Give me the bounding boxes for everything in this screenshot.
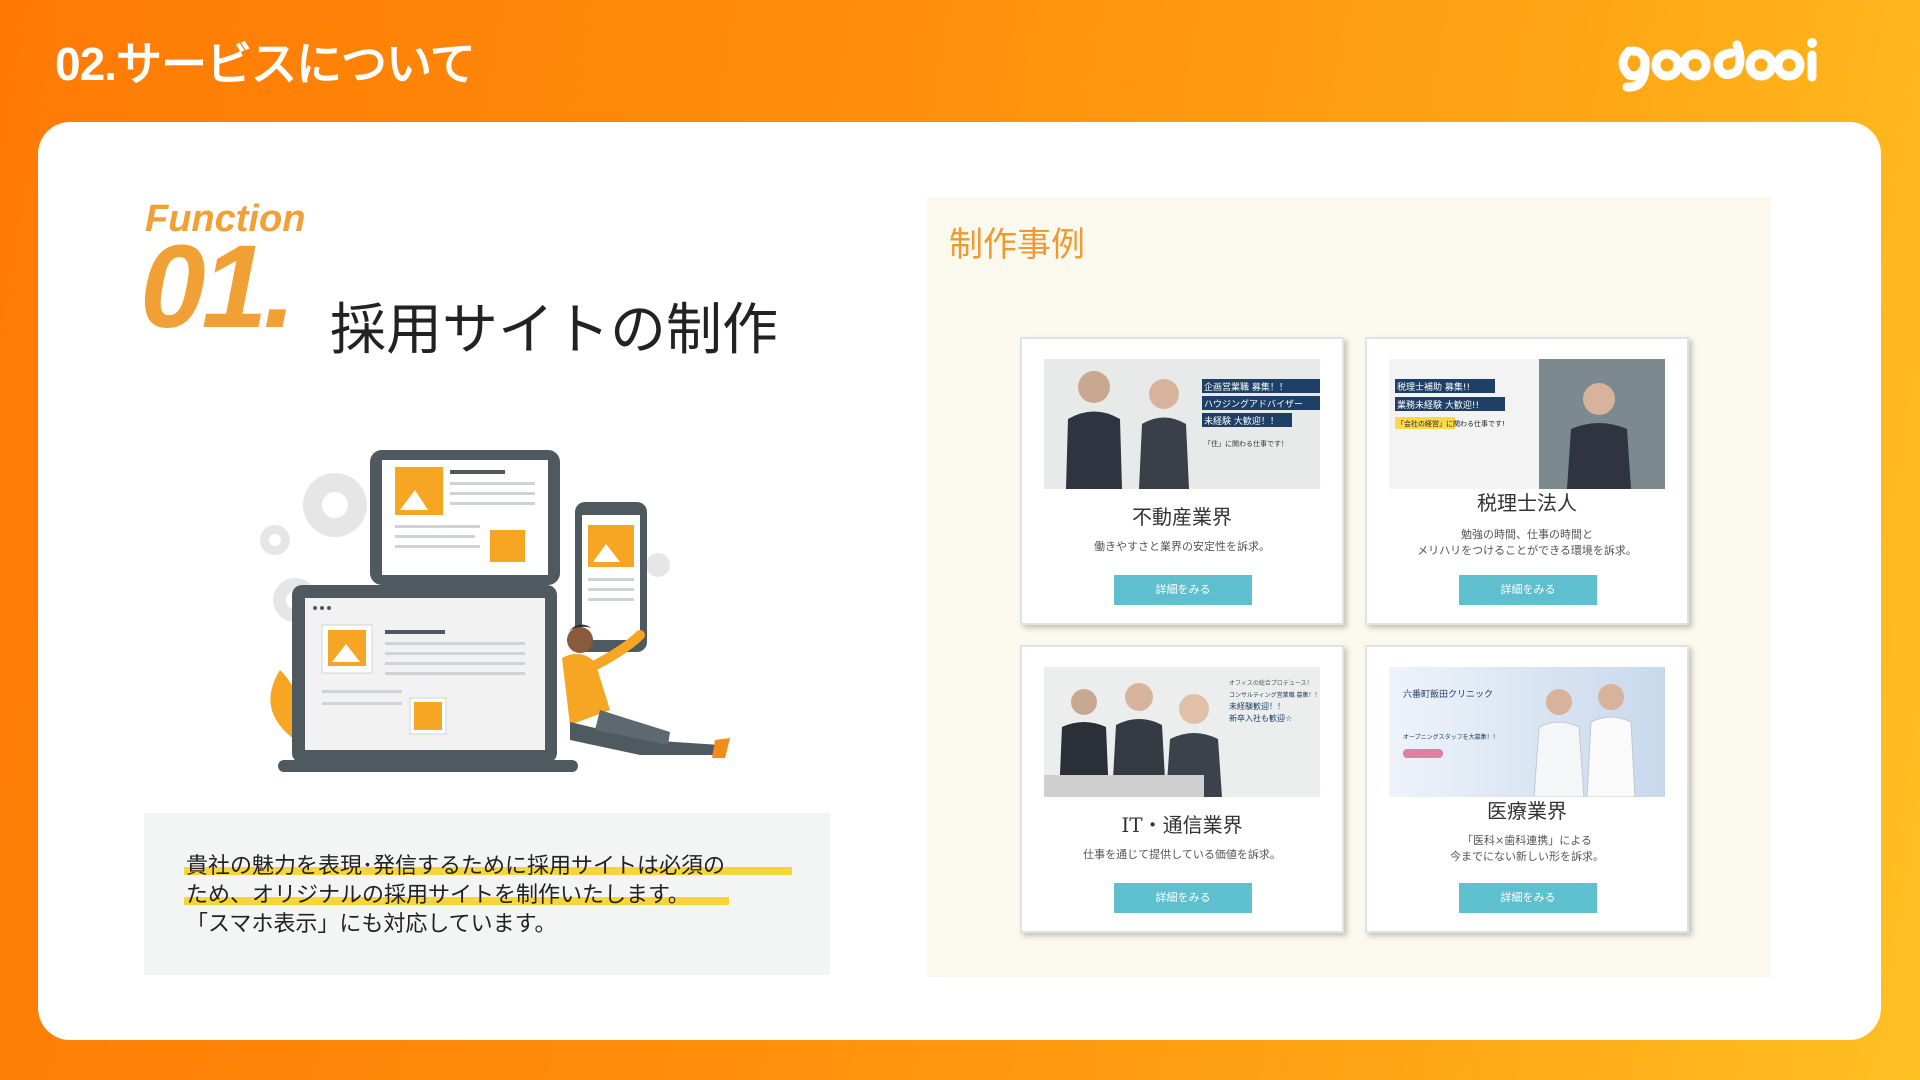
svg-text:六番町飯田クリニック: 六番町飯田クリニック [1403,688,1493,700]
description-line: ため、オリジナルの採用サイトを制作いたします。 [186,883,690,908]
example-image-graphic: 企画営業職 募集！！ ハウジングアドバイザー 未経験 大歓迎！！ 「住」に関わる… [1044,359,1320,489]
example-title: 税理士法人 [1477,491,1577,515]
svg-text:業務未経験 大歓迎!!: 業務未経験 大歓迎!! [1397,399,1479,411]
example-card-real-estate[interactable]: 企画営業職 募集！！ ハウジングアドバイザー 未経験 大歓迎！！ 「住」に関わる… [1020,337,1344,625]
svg-text:新卒入社も歓迎☆: 新卒入社も歓迎☆ [1229,713,1292,723]
example-title: 医療業界 [1487,799,1567,823]
example-description-line: 今までにない新しい形を訴求。 [1450,850,1604,863]
example-description: 勉強の時間、仕事の時間と メリハリをつけることができる環境を訴求。 [1367,527,1687,559]
svg-text:「会社の経営」に関わる仕事です!: 「会社の経営」に関わる仕事です! [1397,419,1505,428]
example-description-line: メリハリをつけることができる環境を訴求。 [1417,544,1637,557]
example-image-graphic: オフィスの総合プロデュース！ コンサルティング営業職 募集！！ 未経験歓迎！！ … [1044,667,1320,797]
function-number: 01. [140,221,296,353]
example-description: 仕事を通じて提供している価値を訴求。 [1022,847,1342,863]
example-image-graphic: 税理士補助 募集!! 業務未経験 大歓迎!! 「会社の経営」に関わる仕事です! [1389,359,1665,489]
svg-text:コンサルティング営業職 募集！！: コンサルティング営業職 募集！！ [1229,691,1320,699]
example-image: オフィスの総合プロデュース！ コンサルティング営業職 募集！！ 未経験歓迎！！ … [1044,667,1320,797]
details-button[interactable]: 詳細をみる [1459,883,1597,913]
example-image: 税理士補助 募集!! 業務未経験 大歓迎!! 「会社の経営」に関わる仕事です! [1389,359,1665,489]
example-description-line: 「医科×歯科連携」による [1462,834,1592,847]
example-description-line: 働きやすさと業界の安定性を訴求。 [1094,540,1270,553]
description-box: 貴社の魅力を表現･発信するために採用サイトは必須の ため、オリジナルの採用サイト… [144,813,830,975]
details-button[interactable]: 詳細をみる [1459,575,1597,605]
devices-illustration-graphic [260,450,730,772]
example-title: 不動産業界 [1132,505,1232,529]
details-button[interactable]: 詳細をみる [1114,575,1252,605]
svg-text:オープニングスタッフを大募集！！: オープニングスタッフを大募集！！ [1403,733,1499,741]
svg-text:税理士補助 募集!!: 税理士補助 募集!! [1397,381,1470,393]
page-title: 02.サービスについて [55,38,476,90]
brand-logo-mark [1618,38,1817,92]
details-button[interactable]: 詳細をみる [1114,883,1252,913]
brand-logo [1615,33,1855,95]
svg-text:企画営業職 募集！！: 企画営業職 募集！！ [1204,381,1288,393]
svg-text:ハウジングアドバイザー: ハウジングアドバイザー [1204,398,1303,410]
example-image-graphic: 六番町飯田クリニック オープニングスタッフを大募集！！ [1389,667,1665,797]
description-line: 貴社の魅力を表現･発信するために採用サイトは必須の [186,854,726,879]
description-line: 「スマホ表示」にも対応しています。 [186,912,557,937]
svg-text:オフィスの総合プロデュース！: オフィスの総合プロデュース！ [1229,679,1313,687]
example-description-line: 勉強の時間、仕事の時間と [1461,528,1593,541]
svg-text:「住」に関わる仕事です！: 「住」に関わる仕事です！ [1204,439,1288,448]
examples-panel: 制作事例 企画営業職 募集！！ ハウジングアドバイザー 未経験 大歓迎！！ 「住… [927,197,1771,977]
example-card-tax-accountant[interactable]: 税理士補助 募集!! 業務未経験 大歓迎!! 「会社の経営」に関わる仕事です! … [1365,337,1689,625]
example-card-it-telecom[interactable]: オフィスの総合プロデュース！ コンサルティング営業職 募集！！ 未経験歓迎！！ … [1020,645,1344,933]
devices-illustration [250,440,740,780]
example-image: 六番町飯田クリニック オープニングスタッフを大募集！！ [1389,667,1665,797]
example-description: 「医科×歯科連携」による 今までにない新しい形を訴求。 [1367,833,1687,865]
example-card-medical[interactable]: 六番町飯田クリニック オープニングスタッフを大募集！！ 医療業界 「医科×歯科連… [1365,645,1689,933]
example-description-line: 仕事を通じて提供している価値を訴求。 [1083,848,1281,861]
svg-text:未経験歓迎！！: 未経験歓迎！！ [1229,701,1285,711]
example-image: 企画営業職 募集！！ ハウジングアドバイザー 未経験 大歓迎！！ 「住」に関わる… [1044,359,1320,489]
example-title: IT・通信業界 [1121,813,1243,837]
example-description: 働きやすさと業界の安定性を訴求。 [1022,539,1342,555]
function-title: 採用サイトの制作 [330,298,778,363]
examples-title: 制作事例 [949,225,1085,265]
svg-text:未経験 大歓迎！！: 未経験 大歓迎！！ [1204,415,1279,427]
